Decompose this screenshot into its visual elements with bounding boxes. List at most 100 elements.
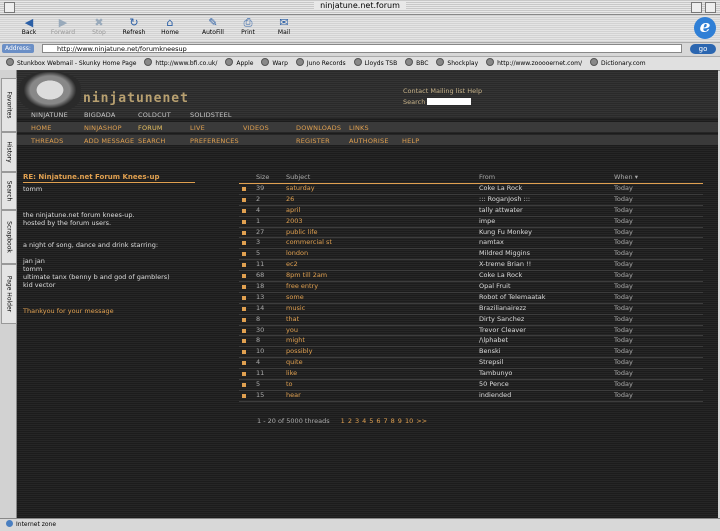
- favorite-link[interactable]: BBC: [405, 57, 428, 70]
- thread-author[interactable]: Trevor Cleaver: [479, 326, 526, 335]
- nav-item[interactable]: VIDEOS: [243, 124, 269, 132]
- thread-author[interactable]: Coke La Rock: [479, 184, 522, 193]
- page-link[interactable]: 3: [355, 417, 359, 425]
- table-row[interactable]: 5 to 50 Pence Today: [239, 380, 703, 391]
- site-link[interactable]: NINJATUNE: [31, 111, 68, 119]
- thread-author[interactable]: 50 Pence: [479, 380, 509, 389]
- thread-author[interactable]: Mildred Miggins: [479, 249, 530, 258]
- forum-nav-item[interactable]: REGISTER: [296, 137, 330, 145]
- nav-item[interactable]: LIVE: [190, 124, 205, 132]
- thread-author[interactable]: Tambunyo: [479, 369, 512, 378]
- tab-page-holder[interactable]: Page Holder: [1, 264, 17, 324]
- thread-subject-link[interactable]: 8pm till 2am: [286, 271, 327, 280]
- thread-subject-link[interactable]: hear: [286, 391, 301, 400]
- table-row[interactable]: 11 like Tambunyo Today: [239, 369, 703, 381]
- table-row[interactable]: 11 ec2 X-treme Brian !! Today: [239, 260, 703, 272]
- column-from[interactable]: From: [479, 173, 495, 181]
- page-link[interactable]: 10: [405, 417, 413, 425]
- table-row[interactable]: 39 saturday Coke La Rock Today: [239, 184, 703, 195]
- thread-author[interactable]: Opal Fruit: [479, 282, 511, 291]
- stop-button[interactable]: ✖ Stop: [84, 16, 114, 36]
- table-row[interactable]: 5 london Mildred Miggins Today: [239, 249, 703, 261]
- thread-author[interactable]: Dirty Sanchez: [479, 315, 524, 324]
- nav-item[interactable]: DOWNLOADS: [296, 124, 341, 132]
- thread-subject-link[interactable]: quite: [286, 358, 303, 367]
- site-link[interactable]: COLDCUT: [138, 111, 171, 119]
- autofill-button[interactable]: ✎ AutoFill: [198, 16, 228, 36]
- thread-subject-link[interactable]: to: [286, 380, 293, 389]
- forum-nav-item[interactable]: THREADS: [31, 137, 63, 145]
- nav-item[interactable]: HOME: [31, 124, 52, 132]
- column-size[interactable]: Size: [256, 173, 269, 181]
- thread-subject-link[interactable]: ec2: [286, 260, 298, 269]
- favorite-link[interactable]: Dictionary.com: [589, 57, 646, 70]
- tab-scrapbook[interactable]: Scrapbook: [1, 210, 17, 264]
- page-link[interactable]: 2: [348, 417, 352, 425]
- site-link[interactable]: SOLIDSTEEL: [190, 111, 232, 119]
- thread-author[interactable]: Benski: [479, 347, 501, 356]
- mail-button[interactable]: ✉ Mail: [269, 16, 299, 36]
- site-link[interactable]: BIGDADA: [84, 111, 116, 119]
- favorite-link[interactable]: Warp: [261, 57, 288, 70]
- favorite-link[interactable]: Shockplay: [436, 57, 478, 70]
- page-link[interactable]: 5: [369, 417, 373, 425]
- thread-subject-link[interactable]: music: [286, 304, 305, 313]
- favorite-link[interactable]: Apple: [225, 57, 253, 70]
- refresh-button[interactable]: ↻ Refresh: [119, 16, 149, 36]
- forum-nav-item[interactable]: HELP: [402, 137, 419, 145]
- home-button[interactable]: ⌂ Home: [155, 16, 185, 36]
- go-button[interactable]: go: [690, 44, 716, 54]
- table-row[interactable]: 27 public life Kung Fu Monkey Today: [239, 228, 703, 239]
- table-row[interactable]: 13 some Robot of Telemaatak Today: [239, 293, 703, 304]
- page-link[interactable]: >>: [416, 417, 427, 425]
- thread-subject-link[interactable]: possibly: [286, 347, 312, 356]
- thread-author[interactable]: Strepsil: [479, 358, 503, 367]
- table-row[interactable]: 8 might /\lphabet Today: [239, 336, 703, 348]
- thread-author[interactable]: Coke La Rock: [479, 271, 522, 280]
- page-link[interactable]: 8: [391, 417, 395, 425]
- nav-item[interactable]: LINKS: [349, 124, 369, 132]
- thread-subject-link[interactable]: commercial st: [286, 238, 332, 247]
- table-row[interactable]: 10 possibly Benski Today: [239, 347, 703, 359]
- table-row[interactable]: 4 quite Strepsil Today: [239, 358, 703, 370]
- print-button[interactable]: ⎙ Print: [233, 16, 263, 36]
- thread-subject-link[interactable]: some: [286, 293, 304, 302]
- tab-search[interactable]: Search: [1, 172, 17, 210]
- page-link[interactable]: 1: [341, 417, 345, 425]
- page-link[interactable]: 9: [398, 417, 402, 425]
- thread-author[interactable]: /\lphabet: [479, 336, 508, 345]
- column-subject[interactable]: Subject: [286, 173, 310, 181]
- nav-item-active[interactable]: FORUM: [138, 124, 163, 132]
- table-row[interactable]: 3 commercial st namtax Today: [239, 238, 703, 250]
- table-row[interactable]: 30 you Trevor Cleaver Today: [239, 326, 703, 337]
- thread-subject-link[interactable]: london: [286, 249, 308, 258]
- thread-author[interactable]: X-treme Brian !!: [479, 260, 531, 269]
- table-row[interactable]: 4 april tally attwater Today: [239, 206, 703, 217]
- thread-subject-link[interactable]: like: [286, 369, 297, 378]
- address-input[interactable]: http://www.ninjatune.net/forumkneesup: [42, 44, 682, 53]
- thread-subject-link[interactable]: you: [286, 326, 298, 335]
- forum-nav-item[interactable]: ADD MESSAGE: [84, 137, 134, 145]
- back-button[interactable]: ◀ Back: [14, 16, 44, 36]
- thread-subject-link[interactable]: april: [286, 206, 300, 215]
- search-input[interactable]: [427, 98, 472, 105]
- thread-author[interactable]: namtax: [479, 238, 504, 247]
- forum-nav-item[interactable]: SEARCH: [138, 137, 166, 145]
- table-row[interactable]: 15 hear indiended Today: [239, 391, 703, 402]
- forward-button[interactable]: ▶ Forward: [48, 16, 78, 36]
- zoom-box-icon[interactable]: [691, 2, 702, 13]
- thread-subject-link[interactable]: saturday: [286, 184, 315, 193]
- collapse-box-icon[interactable]: [705, 2, 716, 13]
- table-row[interactable]: 2 26::: RoganJosh ::: Today: [239, 195, 703, 206]
- favorite-link[interactable]: Stunkbox Webmail - Skunky Home Page: [6, 57, 136, 70]
- thread-subject-link[interactable]: 26: [286, 195, 294, 204]
- thread-author[interactable]: tally attwater: [479, 206, 523, 215]
- thread-author[interactable]: indiended: [479, 391, 511, 400]
- column-when[interactable]: When ▾: [614, 173, 638, 181]
- table-row[interactable]: 18 free entry Opal Fruit Today: [239, 282, 703, 293]
- thread-subject-link[interactable]: public life: [286, 228, 318, 237]
- message-author[interactable]: tomm: [23, 185, 195, 193]
- thread-subject-link[interactable]: 2003: [286, 217, 303, 226]
- table-row[interactable]: 1 2003 impe Today: [239, 217, 703, 228]
- site-logo[interactable]: ninjatunenet: [83, 91, 189, 106]
